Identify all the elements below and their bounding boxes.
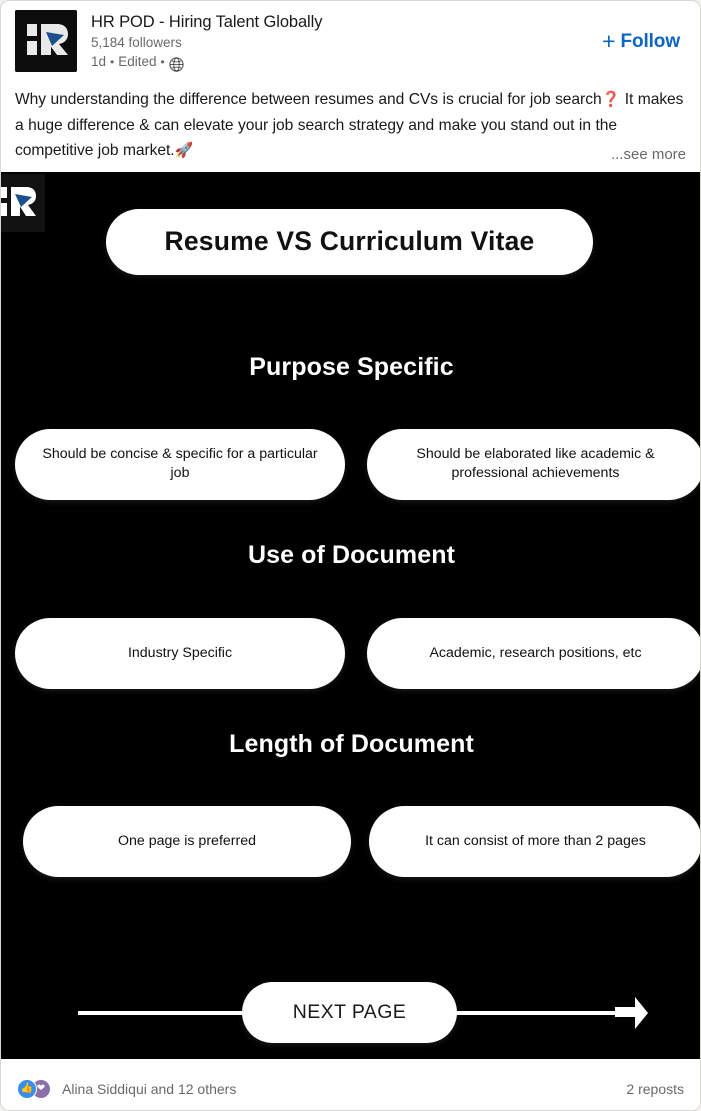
pill-cv-purpose: Should be elaborated like academic & pro… <box>367 428 700 500</box>
follow-button[interactable]: + Follow <box>596 27 686 57</box>
separator-dot: • <box>110 55 115 69</box>
reposts-count[interactable]: 2 reposts <box>626 1081 684 1097</box>
pill-resume-length-text: One page is preferred <box>117 832 257 849</box>
question-emoji: ❓ <box>601 91 621 108</box>
pill-cv-length: It can consist of more than 2 pages <box>369 805 700 877</box>
follow-label: Follow <box>620 31 680 52</box>
next-page-arrow-group: NEXT PAGE <box>1 978 700 1048</box>
post-commentary: Why understanding the difference between… <box>1 83 700 172</box>
separator-dot-2: • <box>160 55 165 69</box>
edited-label: Edited <box>118 54 157 69</box>
see-more-link[interactable]: ...see more <box>606 145 686 163</box>
plus-icon: + <box>602 28 616 54</box>
commentary-line-2-pre: search <box>555 91 602 108</box>
commentary-line-1: Why understanding the difference between… <box>15 91 551 108</box>
reactions-summary[interactable]: 👍 ❤ Alina Siddiqui and 12 others <box>17 1078 236 1099</box>
linkedin-post-card: HR POD - Hiring Talent Globally 5,184 fo… <box>0 0 701 1111</box>
globe-icon <box>169 56 184 72</box>
pill-resume-purpose: Should be concise & specific for a parti… <box>15 428 345 500</box>
section-heading-purpose: Purpose Specific <box>249 352 454 381</box>
rocket-emoji: 🚀 <box>174 142 194 159</box>
like-icon: 👍 <box>17 1078 37 1099</box>
post-image-infographic[interactable]: Resume VS Curriculum Vitae Purpose Speci… <box>1 171 700 1059</box>
section-heading-use: Use of Document <box>247 540 456 569</box>
arrow-right-icon <box>615 996 648 1029</box>
post-age: 1d <box>91 54 107 69</box>
pill-cv-use-text: Academic, research positions, etc <box>429 644 642 661</box>
reaction-icon-stack: 👍 ❤ <box>17 1078 55 1099</box>
infographic-title: Resume VS Curriculum Vitae <box>164 226 535 256</box>
pill-cv-use: Academic, research positions, etc <box>367 617 700 689</box>
infographic-title-pill: Resume VS Curriculum Vitae <box>106 208 593 275</box>
post-social-footer: 👍 ❤ Alina Siddiqui and 12 others 2 repos… <box>1 1058 700 1110</box>
hr-pod-logo-icon <box>15 10 77 72</box>
next-page-label: NEXT PAGE <box>292 1000 407 1023</box>
pill-resume-purpose-text: Should be concise & specific for a parti… <box>42 446 318 481</box>
next-page-pill: NEXT PAGE <box>242 981 457 1043</box>
reactions-text[interactable]: Alina Siddiqui and 12 others <box>62 1081 236 1097</box>
pill-resume-length: One page is preferred <box>23 805 351 877</box>
post-text: Why understanding the difference between… <box>15 87 686 164</box>
avatar[interactable] <box>15 10 77 72</box>
post-header: HR POD - Hiring Talent Globally 5,184 fo… <box>1 1 700 83</box>
pill-resume-use: Industry Specific <box>15 617 345 689</box>
pill-cv-purpose-text: Should be elaborated like academic & pro… <box>416 446 655 481</box>
pill-cv-length-text: It can consist of more than 2 pages <box>425 832 646 849</box>
hr-pod-watermark-icon <box>1 173 45 232</box>
watermark-logo <box>1 173 45 232</box>
section-heading-length: Length of Document <box>229 729 474 758</box>
pill-resume-use-text: Industry Specific <box>127 644 233 661</box>
